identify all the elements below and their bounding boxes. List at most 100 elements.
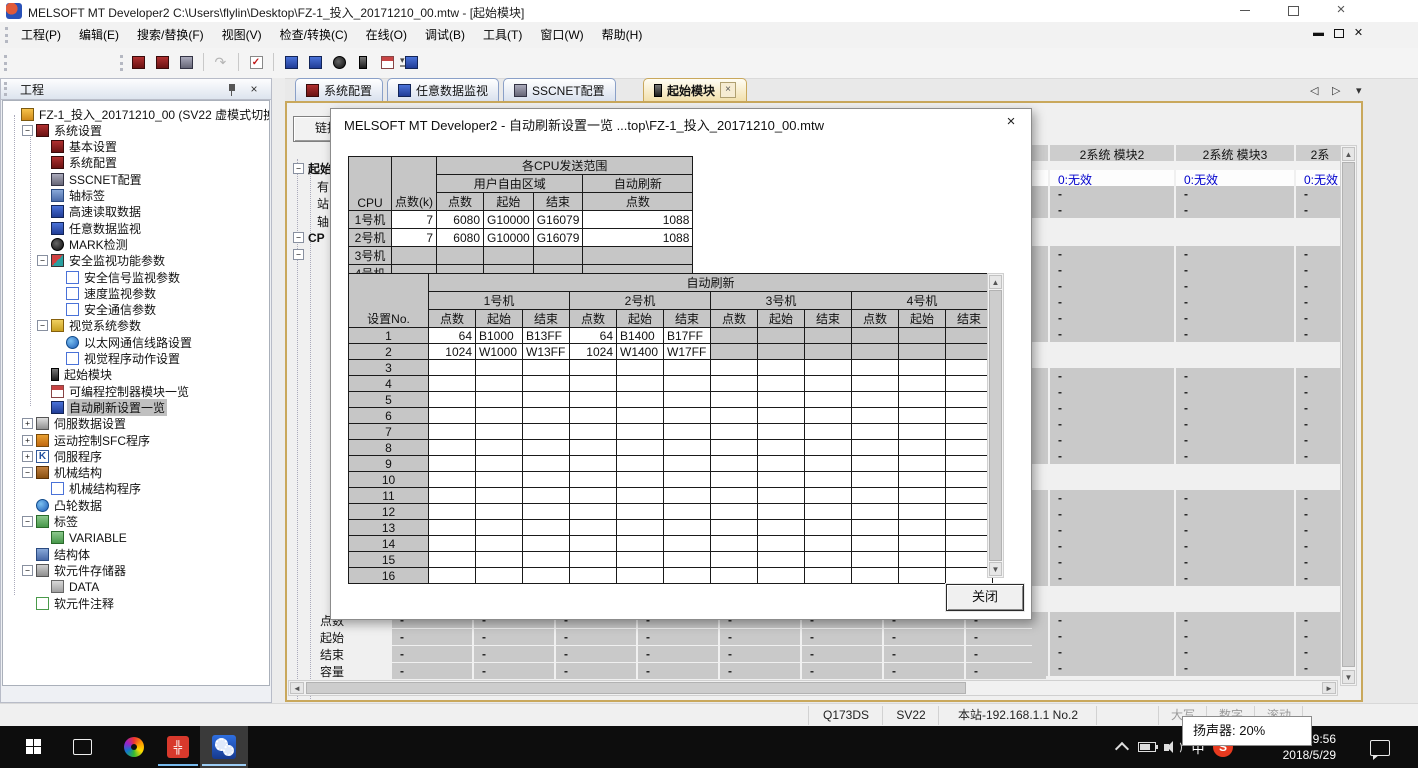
grid-cell-dash[interactable]: - xyxy=(1050,310,1174,326)
grid-cell-dash[interactable]: - xyxy=(1050,384,1174,400)
window-close-button[interactable]: × xyxy=(1324,0,1358,22)
refresh-cell[interactable] xyxy=(805,504,852,520)
refresh-cell[interactable] xyxy=(523,568,570,584)
refresh-cell[interactable] xyxy=(758,456,805,472)
cell-free-area[interactable]: 6080 xyxy=(437,211,484,229)
grid-cell-dash[interactable]: - xyxy=(802,629,882,645)
refresh-cell[interactable] xyxy=(899,360,946,376)
refresh-cell[interactable] xyxy=(570,568,617,584)
tree-item-机械结构程序[interactable]: 机械结构程序 xyxy=(37,481,143,497)
refresh-cell[interactable] xyxy=(429,552,476,568)
refresh-cell[interactable] xyxy=(570,472,617,488)
tree-item-VARIABLE[interactable]: VARIABLE xyxy=(37,530,129,546)
toolbar-grip-left[interactable] xyxy=(4,55,10,71)
refresh-cell[interactable] xyxy=(664,360,711,376)
tree-item-视觉程序动作设置[interactable]: 视觉程序动作设置 xyxy=(52,351,182,367)
grid-cell-dash[interactable]: - xyxy=(720,646,800,662)
collapse-icon[interactable]: − xyxy=(37,255,48,266)
refresh-cell[interactable] xyxy=(429,376,476,392)
tree-item-伺服程序[interactable]: +K伺服程序 xyxy=(22,448,104,464)
grid-cell-dash[interactable]: - xyxy=(1296,400,1344,416)
project-tree-hscrollbar[interactable]: ◄ ► xyxy=(4,685,268,686)
refresh-cell[interactable] xyxy=(758,488,805,504)
refresh-cell[interactable] xyxy=(899,440,946,456)
pin-icon[interactable] xyxy=(227,84,237,96)
tree-item-速度监视参数[interactable]: 速度监视参数 xyxy=(52,285,158,301)
grid-cell-dash[interactable]: - xyxy=(884,663,964,679)
grid-cell-dash[interactable]: - xyxy=(1176,400,1294,416)
cell-free-area[interactable]: G16079 xyxy=(533,229,583,247)
grid-cell-dash[interactable]: - xyxy=(802,646,882,662)
grid-cell-dash[interactable]: - xyxy=(1296,628,1344,644)
tree-item-系统设置[interactable]: −系统设置 xyxy=(22,122,104,138)
collapse-icon[interactable]: − xyxy=(22,516,33,527)
refresh-cell[interactable] xyxy=(570,360,617,376)
refresh-cell[interactable] xyxy=(711,440,758,456)
grid-cell-dash[interactable]: - xyxy=(966,663,1046,679)
refresh-cell[interactable] xyxy=(805,552,852,568)
refresh-cell[interactable] xyxy=(805,456,852,472)
grid-cell-dash[interactable]: - xyxy=(1050,186,1174,202)
refresh-cell[interactable] xyxy=(523,456,570,472)
refresh-cell[interactable] xyxy=(523,376,570,392)
refresh-cell[interactable] xyxy=(429,472,476,488)
refresh-cell[interactable] xyxy=(476,504,523,520)
refresh-cell[interactable] xyxy=(570,392,617,408)
refresh-cell[interactable] xyxy=(617,568,664,584)
tree-item-起始模块[interactable]: 起始模块 xyxy=(37,367,114,383)
cell-points-k[interactable]: 7 xyxy=(392,229,437,247)
tree-item-可编程控制器模块一览[interactable]: 可编程控制器模块一览 xyxy=(37,383,191,399)
refresh-cell[interactable] xyxy=(523,472,570,488)
tree-item-基本设置[interactable]: 基本设置 xyxy=(37,139,119,155)
refresh-cell[interactable] xyxy=(946,552,993,568)
grid-cell-dash[interactable]: - xyxy=(966,646,1046,662)
refresh-cell[interactable] xyxy=(617,552,664,568)
doc-tree-item[interactable]: − xyxy=(293,249,308,260)
grid-cell-dash[interactable]: - xyxy=(1296,522,1344,538)
toolbar-button-high-speed-read[interactable] xyxy=(281,52,301,72)
tab-SSCNET配置[interactable]: SSCNET配置 xyxy=(503,78,616,101)
grid-cell-dash[interactable] xyxy=(1032,384,1048,400)
refresh-cell[interactable] xyxy=(946,456,993,472)
grid-cell-dash[interactable]: - xyxy=(1050,294,1174,310)
refresh-cell[interactable] xyxy=(711,568,758,584)
refresh-cell[interactable] xyxy=(711,408,758,424)
grid-cell-dash[interactable]: - xyxy=(1296,538,1344,554)
toolbar-grip[interactable] xyxy=(120,55,126,71)
refresh-cell[interactable]: 64 xyxy=(429,328,476,344)
refresh-cell[interactable] xyxy=(711,520,758,536)
tree-item-系统配置[interactable]: 系统配置 xyxy=(37,155,119,171)
refresh-cell[interactable] xyxy=(429,456,476,472)
grid-cell-dash[interactable] xyxy=(1032,400,1048,416)
grid-cell-dash[interactable] xyxy=(1032,202,1048,218)
dialog-close-button[interactable]: 关闭 xyxy=(946,584,1024,611)
refresh-cell[interactable] xyxy=(476,376,523,392)
grid-cell-dash[interactable]: - xyxy=(1050,262,1174,278)
refresh-cell[interactable]: 64 xyxy=(570,328,617,344)
refresh-cell[interactable] xyxy=(711,328,758,344)
taskbar-app-mtdeveloper[interactable] xyxy=(200,726,248,768)
grid-cell-dash[interactable]: - xyxy=(884,646,964,662)
refresh-cell[interactable] xyxy=(429,440,476,456)
grid-cell-dash[interactable]: - xyxy=(1176,538,1294,554)
collapse-icon[interactable]: − xyxy=(293,163,304,174)
refresh-cell[interactable] xyxy=(570,552,617,568)
battery-status[interactable] xyxy=(1134,726,1160,768)
tree-item-软元件注释[interactable]: 软元件注释 xyxy=(22,595,116,611)
refresh-cell[interactable] xyxy=(946,408,993,424)
tab-list-icon[interactable]: ▾ xyxy=(1356,84,1362,97)
refresh-cell[interactable] xyxy=(852,472,899,488)
grid-cell-dash[interactable]: - xyxy=(638,629,718,645)
panel-splitter[interactable] xyxy=(272,78,285,703)
grid-cell-dash[interactable] xyxy=(1032,490,1048,506)
grid-cell-dash[interactable]: - xyxy=(1050,538,1174,554)
grid-cell-dash[interactable] xyxy=(1032,368,1048,384)
refresh-cell[interactable] xyxy=(852,536,899,552)
refresh-cell[interactable] xyxy=(617,488,664,504)
refresh-cell[interactable] xyxy=(429,424,476,440)
grid-cell-dash[interactable]: - xyxy=(1176,432,1294,448)
tree-item-结构体[interactable]: 结构体 xyxy=(22,546,92,562)
refresh-cell[interactable] xyxy=(946,376,993,392)
refresh-cell[interactable] xyxy=(805,488,852,504)
window-restore-button[interactable] xyxy=(1276,0,1310,22)
